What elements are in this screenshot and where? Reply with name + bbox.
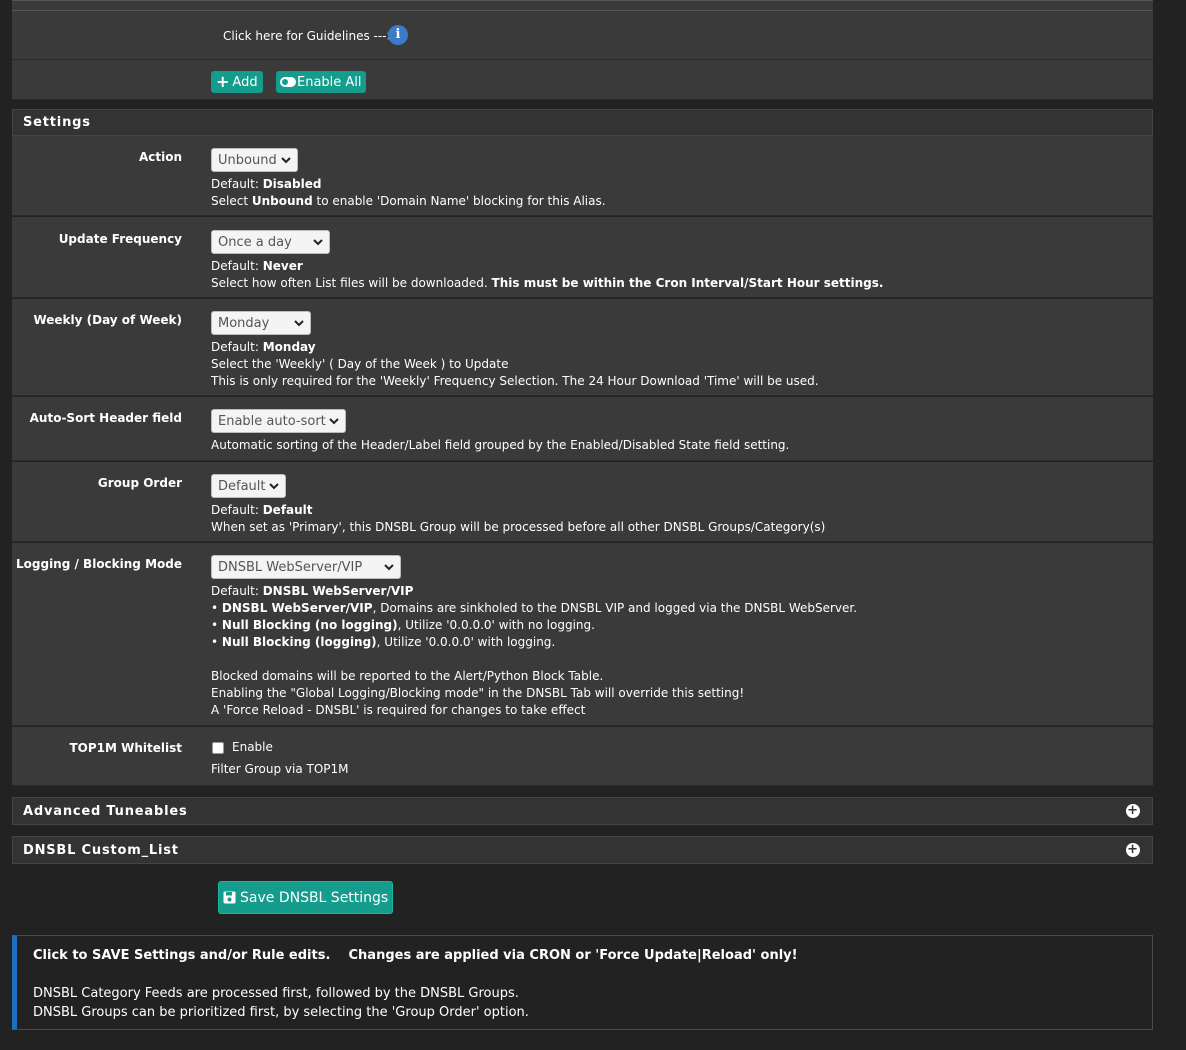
help-bold: This must be within the Cron Interval/St… [491,276,884,290]
enable-checkbox-label[interactable]: Enable [232,739,273,756]
add-button-label: Add [232,74,258,90]
save-button-label: Save DNSBL Settings [240,889,389,906]
action-select-value: Unbound [218,152,277,168]
default-value: Monday [262,340,316,354]
default-prefix: Default: [211,584,259,598]
weekly-label: Weekly (Day of Week) [33,313,182,327]
enable-all-label: Enable All [297,74,362,90]
update-frequency-row: Update Frequency Once a day Default: Nev… [12,217,1153,298]
default-value: Default [262,503,313,517]
advanced-tuneables-heading[interactable]: Advanced Tuneables + [12,797,1153,825]
default-prefix: Default: [211,177,259,191]
cutoff-header [12,1,1153,11]
info-text: DNSBL Category Feeds are processed first… [33,986,519,1001]
enable-all-button[interactable]: Enable All [276,71,366,93]
chevron-down-icon [384,564,394,571]
weekly-value: Monday [218,315,270,331]
logging-value: DNSBL WebServer/VIP [218,559,363,575]
bullet-bold: Null Blocking (no logging) [221,618,398,632]
add-button[interactable]: + Add [211,71,263,93]
toggle-icon [280,77,296,87]
bullet-bold: DNSBL WebServer/VIP [221,601,373,615]
help-text: Select the 'Weekly' ( Day of the Week ) … [211,357,509,371]
custom-list-heading[interactable]: DNSBL Custom_List + [12,836,1153,864]
top1m-label: TOP1M Whitelist [69,741,182,755]
logging-select[interactable]: DNSBL WebServer/VIP [211,555,401,579]
default-prefix: Default: [211,503,259,517]
bullet-item: • DNSBL WebServer/VIP, Domains are sinkh… [211,601,858,615]
action-select[interactable]: Unbound [211,148,298,172]
autosort-label: Auto-Sort Header field [29,411,182,425]
autosort-row: Auto-Sort Header field Enable auto-sort … [12,397,1153,461]
group-order-select[interactable]: Default [211,474,286,498]
add-row: + Add Enable All [12,60,1153,100]
bullet-item: • Null Blocking (no logging), Utilize '0… [211,618,595,632]
guidelines-text: Click here for Guidelines ---> [223,29,397,43]
guidelines-row: Click here for Guidelines ---> i [12,0,1153,60]
update-frequency-label: Update Frequency [58,232,182,246]
info-icon[interactable]: i [388,25,408,45]
advanced-tuneables-title: Advanced Tuneables [23,803,188,819]
update-frequency-select[interactable]: Once a day [211,230,330,254]
default-value: Disabled [262,177,322,191]
bullet-item: • Null Blocking (logging), Utilize '0.0.… [211,635,556,649]
floppy-disk-icon [223,891,236,904]
custom-list-title: DNSBL Custom_List [23,842,179,858]
help-text: When set as 'Primary', this DNSBL Group … [211,520,826,534]
help-bold: Unbound [251,194,313,208]
chevron-down-icon [329,418,339,425]
help-text: This is only required for the 'Weekly' F… [211,374,819,388]
help-text: Select how often List files will be down… [211,276,488,290]
plus-icon: + [216,72,230,91]
group-order-row: Group Order Default Default: Default Whe… [12,462,1153,542]
help-text: Automatic sorting of the Header/Label fi… [211,438,790,452]
chevron-down-icon [269,483,279,490]
note-text: Enabling the "Global Logging/Blocking mo… [211,686,745,700]
note-text: Blocked domains will be reported to the … [211,669,604,683]
logging-label: Logging / Blocking Mode [16,557,182,571]
help-text: Select [211,194,249,208]
group-order-value: Default [218,478,266,494]
help-text: to enable 'Domain Name' blocking for thi… [316,194,606,208]
info-text: DNSBL Groups can be prioritized first, b… [33,1005,529,1020]
default-prefix: Default: [211,340,259,354]
top1m-row: TOP1M Whitelist Enable Filter Group via … [12,727,1153,786]
default-value: Never [262,259,303,273]
settings-title: Settings [23,115,91,130]
chevron-down-icon [313,239,323,246]
bullet-bold: Null Blocking (logging) [221,635,377,649]
autosort-select[interactable]: Enable auto-sort [211,409,346,433]
group-order-label: Group Order [97,476,182,490]
action-label: Action [138,150,182,164]
chevron-down-icon [281,157,291,164]
help-text: Filter Group via TOP1M [211,762,349,776]
expand-icon[interactable]: + [1126,843,1140,857]
expand-icon[interactable]: + [1126,804,1140,818]
bullet-text: , Utilize '0.0.0.0' with no logging. [397,618,595,632]
action-row: Action Unbound Default: Disabled Select … [12,136,1153,216]
settings-heading: Settings [12,109,1153,136]
default-prefix: Default: [211,259,259,273]
default-value: DNSBL WebServer/VIP [262,584,414,598]
note-text: A 'Force Reload - DNSBL' is required for… [211,703,586,717]
weekly-select[interactable]: Monday [211,311,311,335]
bullet-text: , Domains are sinkholed to the DNSBL VIP… [372,601,858,615]
autosort-value: Enable auto-sort [218,413,326,429]
info-callout: Click to SAVE Settings and/or Rule edits… [12,935,1153,1030]
update-frequency-value: Once a day [218,234,292,250]
enable-checkbox[interactable] [212,741,224,754]
logging-row: Logging / Blocking Mode DNSBL WebServer/… [12,543,1153,726]
info-headline-note: Changes are applied via CRON or 'Force U… [348,948,798,963]
weekly-row: Weekly (Day of Week) Monday Default: Mon… [12,299,1153,396]
save-button[interactable]: Save DNSBL Settings [218,881,394,914]
bullet-text: , Utilize '0.0.0.0' with logging. [376,635,556,649]
info-headline: Click to SAVE Settings and/or Rule edits… [33,948,331,963]
chevron-down-icon [294,320,304,327]
